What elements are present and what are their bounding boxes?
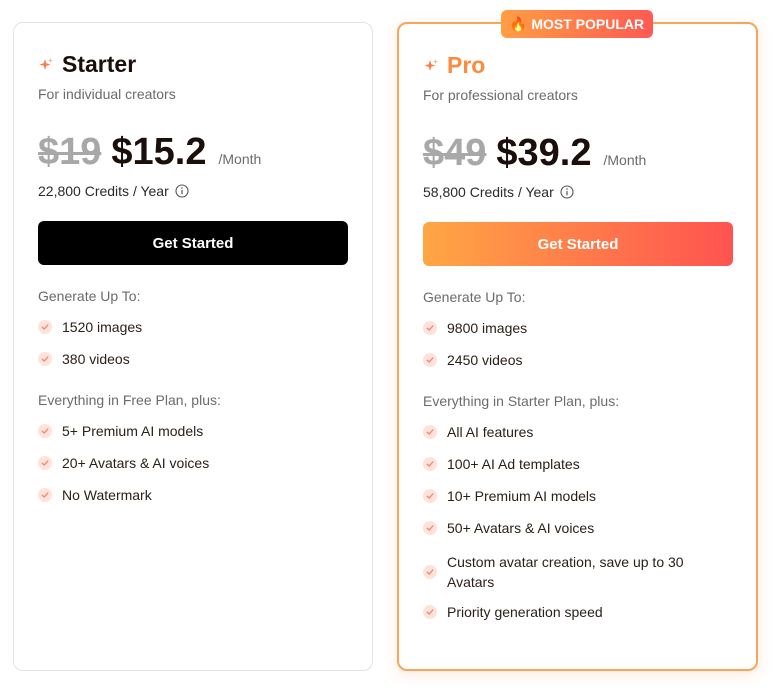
sparkle-icon xyxy=(39,57,53,70)
info-icon[interactable] xyxy=(560,185,574,199)
plan-name: Starter xyxy=(62,51,137,77)
feature-text: All AI features xyxy=(447,424,534,440)
feature-text: 5+ Premium AI models xyxy=(62,423,204,439)
feature-item: 2450 videos xyxy=(423,352,523,368)
sparkle-icon xyxy=(424,58,438,71)
check-icon xyxy=(38,352,52,366)
feature-text: 1520 images xyxy=(62,319,143,335)
feature-item: No Watermark xyxy=(38,487,152,503)
check-icon xyxy=(423,425,437,439)
check-icon xyxy=(38,488,52,502)
feature-text: 100+ AI Ad templates xyxy=(447,456,580,472)
plan-subtitle: For professional creators xyxy=(423,87,578,103)
generate-label: Generate Up To: xyxy=(38,288,141,304)
plan-card-starter: Starter For individual creators $19 $15.… xyxy=(13,22,373,671)
feature-text: No Watermark xyxy=(62,487,152,503)
feature-item: 20+ Avatars & AI voices xyxy=(38,455,209,471)
original-price: $49 xyxy=(423,132,487,174)
plan-name: Pro xyxy=(447,52,486,78)
feature-item: 100+ AI Ad templates xyxy=(423,456,580,472)
check-icon xyxy=(423,605,437,619)
credits-info: 22,800 Credits / Year xyxy=(38,183,189,199)
check-icon xyxy=(423,353,437,367)
plan-card-pro: Pro For professional creators $49 $39.2 … xyxy=(397,22,758,671)
plan-title-row: Starter xyxy=(38,51,136,78)
feature-item: 1520 images xyxy=(38,319,142,335)
most-popular-badge: 🔥 MOST POPULAR xyxy=(501,10,653,38)
feature-item: 10+ Premium AI models xyxy=(423,488,596,504)
features-label: Everything in Starter Plan, plus: xyxy=(423,393,620,409)
credits-info: 58,800 Credits / Year xyxy=(423,184,574,200)
check-icon xyxy=(38,320,52,334)
check-icon xyxy=(423,489,437,503)
feature-text: 380 videos xyxy=(62,351,130,367)
discounted-price: $39.2 xyxy=(496,132,592,174)
badge-label: MOST POPULAR xyxy=(531,16,645,32)
billing-period: /Month xyxy=(603,152,647,168)
discounted-price: $15.2 xyxy=(111,131,207,173)
feature-text: 50+ Avatars & AI voices xyxy=(447,520,595,536)
credits-text: 22,800 Credits / Year xyxy=(38,183,169,199)
feature-text: Custom avatar creation, save up to 30 Av… xyxy=(447,554,684,590)
check-icon xyxy=(423,565,437,579)
feature-item: 5+ Premium AI models xyxy=(38,423,203,439)
feature-item: Priority generation speed xyxy=(423,604,603,620)
price-row: $19 $15.2 /Month xyxy=(38,131,261,174)
check-icon xyxy=(38,456,52,470)
features-label: Everything in Free Plan, plus: xyxy=(38,392,221,408)
feature-item: 380 videos xyxy=(38,351,130,367)
check-icon xyxy=(423,521,437,535)
generate-label: Generate Up To: xyxy=(423,289,526,305)
original-price: $19 xyxy=(38,131,102,173)
feature-text: 9800 images xyxy=(447,320,528,336)
feature-item: All AI features xyxy=(423,424,533,440)
get-started-button[interactable]: Get Started xyxy=(38,221,348,265)
credits-text: 58,800 Credits / Year xyxy=(423,184,554,200)
price-row: $49 $39.2 /Month xyxy=(423,132,646,175)
feature-item: 50+ Avatars & AI voices xyxy=(423,520,594,536)
info-icon[interactable] xyxy=(175,184,189,198)
get-started-button[interactable]: Get Started xyxy=(423,222,733,266)
feature-text: 20+ Avatars & AI voices xyxy=(62,455,210,471)
plan-subtitle: For individual creators xyxy=(38,86,176,102)
plan-title-row: Pro xyxy=(423,52,485,79)
feature-item: 9800 images xyxy=(423,320,527,336)
check-icon xyxy=(423,457,437,471)
billing-period: /Month xyxy=(218,151,262,167)
feature-text: Priority generation speed xyxy=(447,604,603,620)
feature-text: 10+ Premium AI models xyxy=(447,488,597,504)
flame-icon: 🔥 xyxy=(509,15,528,32)
feature-item: Custom avatar creation, save up to 30 Av… xyxy=(423,552,717,592)
check-icon xyxy=(38,424,52,438)
feature-text: 2450 videos xyxy=(447,352,523,368)
check-icon xyxy=(423,321,437,335)
